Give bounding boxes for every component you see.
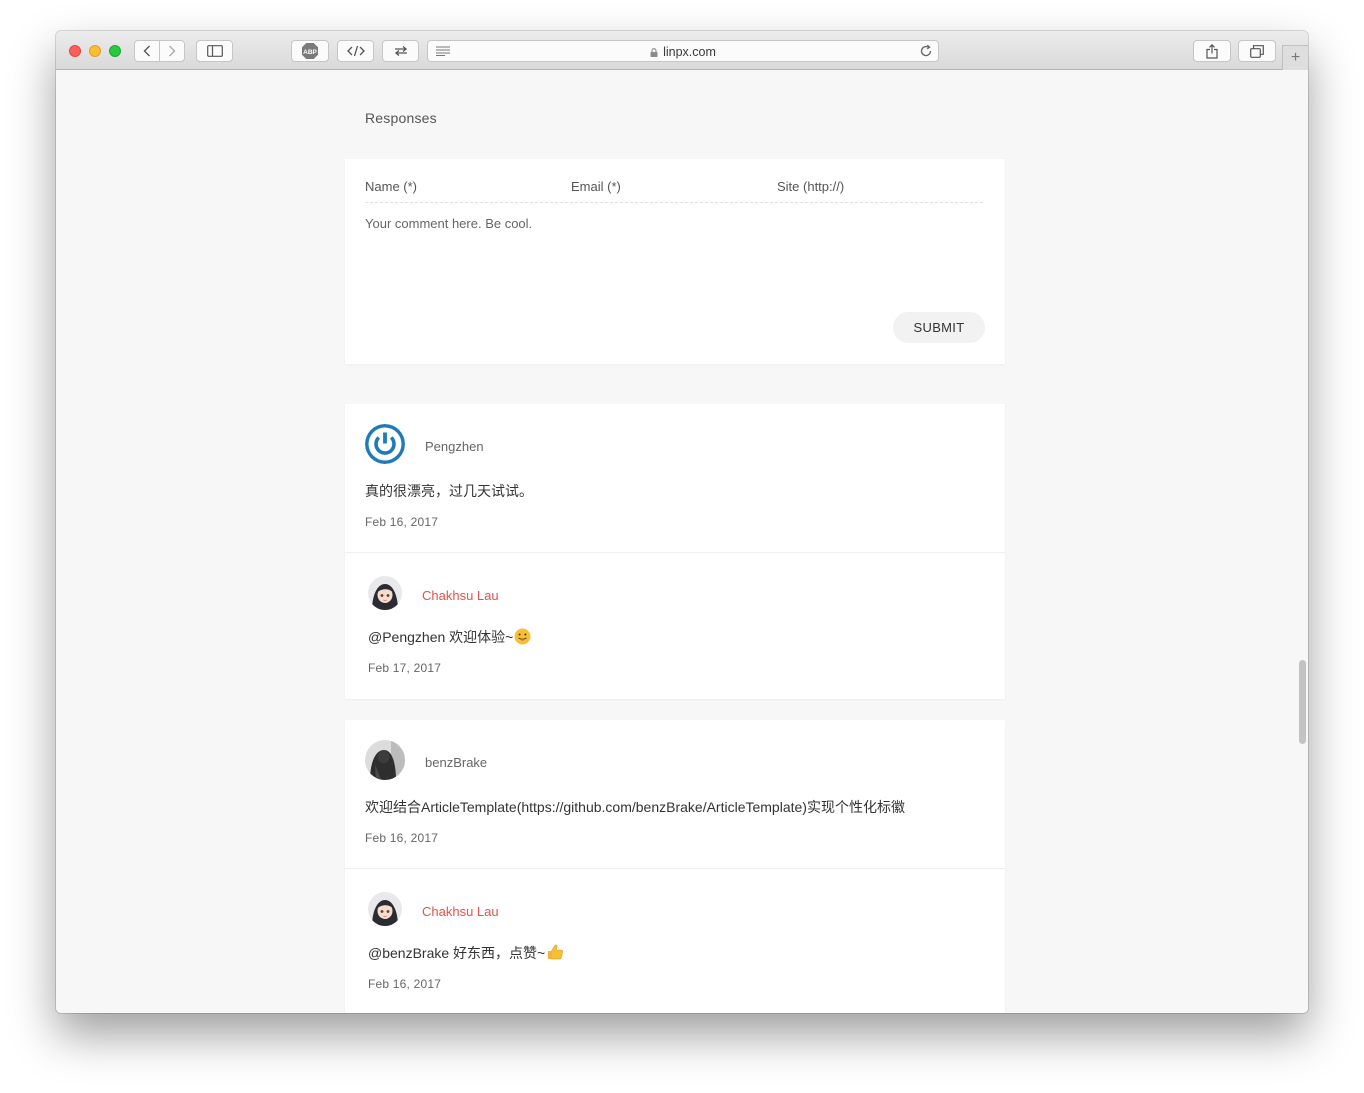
reply-text-content: @benzBrake 好东西，点赞~ bbox=[368, 945, 546, 961]
site-input[interactable]: Site (http://) bbox=[777, 179, 983, 194]
comment-item: Pengzhen 真的很漂亮，过几天试试。 Feb 16, 2017 bbox=[345, 404, 1005, 552]
comment-date: Feb 16, 2017 bbox=[365, 515, 439, 529]
reload-icon[interactable] bbox=[919, 44, 933, 58]
avatar[interactable] bbox=[368, 576, 402, 610]
dark-figure-avatar-icon bbox=[365, 740, 405, 780]
email-input[interactable]: Email (*) bbox=[571, 179, 766, 194]
comment-item: benzBrake 欢迎结合ArticleTemplate(https://gi… bbox=[345, 720, 1005, 868]
back-button[interactable] bbox=[134, 40, 160, 62]
submit-button[interactable]: SUBMIT bbox=[893, 312, 985, 343]
code-icon bbox=[346, 45, 365, 57]
new-tab-button[interactable]: + bbox=[1282, 45, 1308, 70]
address-bar[interactable]: linpx.com bbox=[427, 40, 939, 62]
chevron-left-icon bbox=[143, 45, 150, 57]
share-icon bbox=[1206, 43, 1218, 59]
forward-button[interactable] bbox=[159, 40, 185, 62]
reply-text-content: @Pengzhen 欢迎体验~ bbox=[368, 629, 514, 645]
anime-girl-avatar-icon bbox=[368, 576, 402, 610]
swap-arrows-icon bbox=[394, 46, 407, 56]
anime-girl-avatar-icon bbox=[368, 892, 402, 926]
avatar[interactable] bbox=[365, 424, 405, 464]
tongue-face-emoji-icon bbox=[514, 628, 531, 645]
reply-author[interactable]: Chakhsu Lau bbox=[422, 588, 499, 603]
comment-author[interactable]: benzBrake bbox=[425, 755, 487, 770]
comment-form: Name (*) Email (*) Site (http://) Your c… bbox=[345, 159, 1005, 364]
sidebar-toggle-button[interactable] bbox=[196, 40, 233, 62]
plus-icon: + bbox=[1290, 49, 1301, 66]
lock-icon bbox=[650, 48, 658, 57]
share-button[interactable] bbox=[1193, 40, 1231, 62]
reply-text: @Pengzhen 欢迎体验~ bbox=[368, 627, 531, 647]
avatar[interactable] bbox=[365, 740, 405, 780]
developer-button[interactable] bbox=[337, 40, 374, 62]
url-text: linpx.com bbox=[663, 45, 716, 59]
url-display: linpx.com bbox=[428, 45, 938, 59]
sidebar-icon bbox=[206, 45, 223, 57]
comment-author[interactable]: Pengzhen bbox=[425, 439, 484, 454]
page-viewport[interactable]: Responses Name (*) Email (*) Site (http:… bbox=[56, 70, 1308, 1013]
avatar[interactable] bbox=[368, 892, 402, 926]
thumbs-up-emoji-icon bbox=[548, 944, 564, 960]
reply-date: Feb 17, 2017 bbox=[368, 661, 442, 675]
adblock-icon: ABP bbox=[302, 43, 318, 59]
name-input[interactable]: Name (*) bbox=[365, 179, 560, 194]
minimize-window-button[interactable] bbox=[89, 45, 101, 57]
zoom-window-button[interactable] bbox=[109, 45, 121, 57]
reply-date: Feb 16, 2017 bbox=[368, 977, 442, 991]
browser-window: ABP linpx.com + Responses Name (*) Email… bbox=[56, 31, 1308, 1013]
adblock-button[interactable]: ABP bbox=[291, 40, 329, 62]
tabs-overview-button[interactable] bbox=[1238, 40, 1276, 62]
page-scrollbar[interactable] bbox=[1299, 660, 1306, 744]
comment-thread: benzBrake 欢迎结合ArticleTemplate(https://gi… bbox=[345, 720, 1005, 1013]
reply-item: Chakhsu Lau @benzBrake 好东西，点赞~ Feb 16, 2… bbox=[345, 868, 1005, 1013]
comment-thread: Pengzhen 真的很漂亮，过几天试试。 Feb 16, 2017 Chakh… bbox=[345, 404, 1005, 699]
reply-author[interactable]: Chakhsu Lau bbox=[422, 904, 499, 919]
comment-date: Feb 16, 2017 bbox=[365, 831, 439, 845]
tabs-icon bbox=[1250, 44, 1264, 58]
responses-heading: Responses bbox=[365, 110, 437, 126]
reply-item: Chakhsu Lau @Pengzhen 欢迎体验~ Feb 17, 2017 bbox=[345, 552, 1005, 700]
extension-button[interactable] bbox=[382, 40, 419, 62]
browser-toolbar: ABP linpx.com + bbox=[56, 31, 1308, 70]
close-window-button[interactable] bbox=[69, 45, 81, 57]
reply-text: @benzBrake 好东西，点赞~ bbox=[368, 943, 564, 963]
power-icon bbox=[365, 424, 405, 464]
comment-text: 欢迎结合ArticleTemplate(https://github.com/b… bbox=[365, 799, 905, 815]
chevron-right-icon bbox=[169, 45, 176, 57]
form-fields-row: Name (*) Email (*) Site (http://) bbox=[365, 179, 983, 203]
comment-text: 真的很漂亮，过几天试试。 bbox=[365, 483, 533, 499]
comment-textarea[interactable]: Your comment here. Be cool. bbox=[365, 216, 532, 231]
adblock-label: ABP bbox=[303, 49, 317, 56]
